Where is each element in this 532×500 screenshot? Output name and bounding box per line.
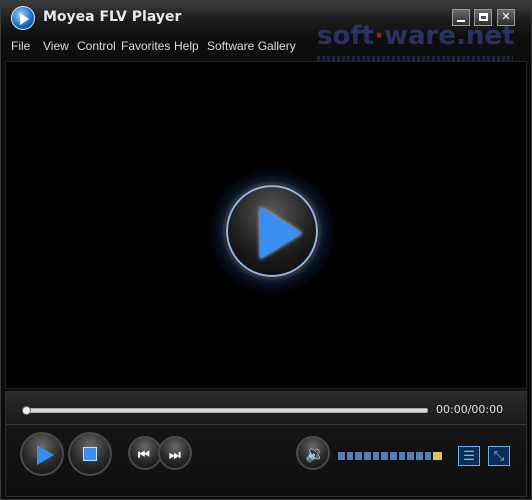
divider xyxy=(6,424,526,425)
play-icon xyxy=(37,445,54,465)
menu-software-gallery[interactable]: Software Gallery xyxy=(207,39,296,53)
skip-previous-icon: ⏮ xyxy=(138,447,150,462)
play-icon xyxy=(260,207,302,259)
menu-control[interactable]: Control xyxy=(77,39,116,53)
volume-segment xyxy=(355,452,363,460)
menu-help[interactable]: Help xyxy=(174,39,199,53)
volume-segment xyxy=(424,452,432,460)
watermark-part: .net xyxy=(456,21,515,51)
player-window: Moyea FLV Player ✕ File View Control Fav… xyxy=(0,0,532,500)
video-area[interactable] xyxy=(5,61,527,389)
menu-favorites[interactable]: Favorites xyxy=(121,39,170,53)
volume-segment xyxy=(364,452,371,460)
stop-button[interactable] xyxy=(68,432,112,476)
control-panel: 00:00/00:00 ⏮ ⏭ 🔉 ☰ ⤡ xyxy=(5,391,527,497)
volume-segment xyxy=(433,452,442,460)
volume-segment xyxy=(398,452,406,460)
seek-bar[interactable] xyxy=(22,406,428,415)
seek-thumb[interactable] xyxy=(22,406,31,415)
big-play-button[interactable] xyxy=(223,182,321,280)
volume-segment xyxy=(407,452,415,460)
volume-segment xyxy=(390,452,397,460)
playlist-button[interactable]: ☰ xyxy=(458,446,480,466)
play-button[interactable] xyxy=(20,432,64,476)
watermark-part: ware xyxy=(383,21,456,51)
menu-file[interactable]: File xyxy=(11,39,30,53)
playlist-icon: ☰ xyxy=(463,448,475,463)
volume-segment xyxy=(416,452,423,460)
watermark-part: soft xyxy=(317,21,375,51)
watermark-dot: · xyxy=(374,21,384,51)
volume-segment xyxy=(372,452,380,460)
fullscreen-button[interactable]: ⤡ xyxy=(488,446,510,466)
fullscreen-icon: ⤡ xyxy=(493,448,505,463)
window-title: Moyea FLV Player xyxy=(43,9,182,25)
menu-view[interactable]: View xyxy=(43,39,69,53)
time-display: 00:00/00:00 xyxy=(436,403,504,416)
stop-icon xyxy=(83,447,97,461)
volume-segment xyxy=(346,452,354,460)
volume-segment xyxy=(338,452,345,460)
previous-button[interactable]: ⏮ xyxy=(128,436,162,470)
app-logo-icon xyxy=(11,6,35,30)
volume-slider[interactable] xyxy=(338,452,442,462)
volume-segment xyxy=(381,452,389,460)
mute-button[interactable]: 🔉 xyxy=(296,436,330,470)
watermark: soft·ware.net xyxy=(317,21,514,51)
speaker-icon: 🔉 xyxy=(305,446,325,463)
maximize-icon xyxy=(478,13,488,21)
skip-next-icon: ⏭ xyxy=(169,447,181,462)
next-button[interactable]: ⏭ xyxy=(158,436,192,470)
